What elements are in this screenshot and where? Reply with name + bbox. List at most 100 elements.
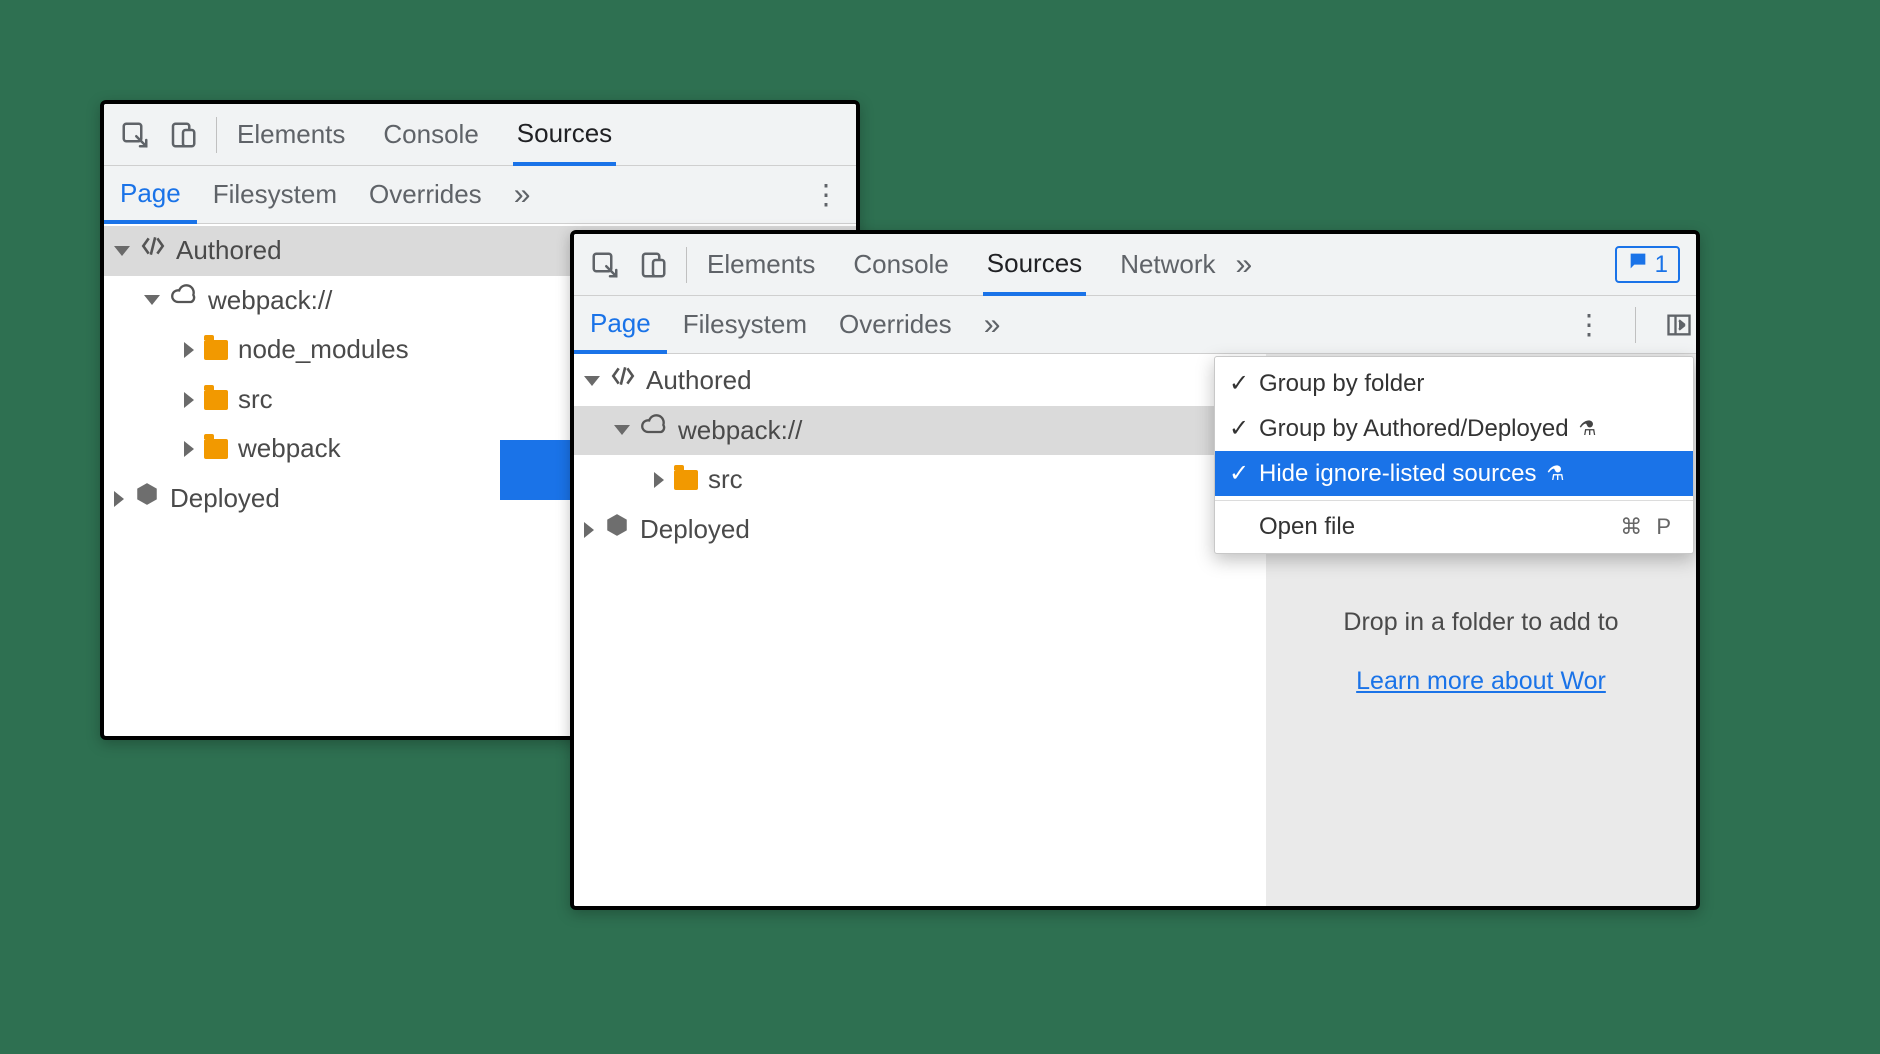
tab-console[interactable]: Console — [849, 234, 952, 295]
check-icon: ✓ — [1229, 369, 1249, 398]
tab-label: Elements — [707, 249, 815, 280]
device-toggle-icon[interactable] — [636, 248, 670, 282]
tab-label: Sources — [987, 248, 1082, 279]
tab-console[interactable]: Console — [379, 104, 482, 165]
folder-icon — [674, 470, 698, 490]
caret-down-icon — [144, 295, 160, 305]
messages-count: 1 — [1655, 251, 1668, 279]
file-tree: Authored webpack:// src Deployed — [574, 354, 1234, 554]
folder-icon — [204, 439, 228, 459]
keyboard-shortcut: ⌘ P — [1620, 514, 1675, 540]
subtab-page[interactable]: Page — [574, 297, 667, 354]
check-icon: ✓ — [1229, 414, 1249, 443]
tab-label: Elements — [237, 119, 345, 150]
menu-separator — [1215, 500, 1693, 501]
inspect-icon[interactable] — [118, 118, 152, 152]
tab-network[interactable]: Network — [1116, 234, 1219, 295]
subtab-label: Overrides — [839, 309, 952, 340]
caret-right-icon — [184, 441, 194, 457]
link-label: Learn more about Wor — [1356, 667, 1606, 695]
caret-right-icon — [184, 392, 194, 408]
tree-label: webpack:// — [678, 410, 802, 452]
messages-chip[interactable]: 1 — [1615, 246, 1680, 283]
box-icon — [134, 478, 160, 520]
caret-down-icon — [584, 376, 600, 386]
tab-sources[interactable]: Sources — [513, 105, 616, 166]
toolbar-separator — [686, 247, 687, 283]
more-tabs-icon[interactable]: » — [514, 178, 531, 212]
chat-icon — [1627, 250, 1649, 279]
tree-node-authored[interactable]: Authored — [574, 356, 1234, 406]
tab-elements[interactable]: Elements — [233, 104, 349, 165]
subtab-page[interactable]: Page — [104, 167, 197, 224]
code-brackets-icon — [140, 230, 166, 272]
folder-icon — [204, 390, 228, 410]
flask-icon: ⚗ — [1579, 416, 1597, 441]
kebab-menu-icon[interactable]: ⋮ — [1559, 308, 1619, 341]
top-toolbar: Elements Console Sources Network » 1 — [574, 234, 1696, 296]
menu-open-file[interactable]: Open file ⌘ P — [1215, 505, 1693, 549]
sub-toolbar: Page Filesystem Overrides » ⋮ — [574, 296, 1696, 354]
tab-label: Console — [853, 249, 948, 280]
tab-label: Sources — [517, 118, 612, 149]
tab-label: Console — [383, 119, 478, 150]
kebab-menu-icon[interactable]: ⋮ — [796, 178, 856, 211]
caret-right-icon — [184, 342, 194, 358]
inspect-icon[interactable] — [588, 248, 622, 282]
learn-more-link[interactable]: Learn more about Wor — [1356, 667, 1606, 695]
caret-down-icon — [114, 246, 130, 256]
devtools-window-after: Elements Console Sources Network » 1 Pag… — [570, 230, 1700, 910]
subtab-label: Page — [590, 308, 651, 339]
more-tabs-icon[interactable]: » — [1236, 248, 1253, 282]
subtab-filesystem[interactable]: Filesystem — [197, 166, 353, 223]
folder-icon — [204, 340, 228, 360]
tree-label: Deployed — [170, 478, 280, 520]
tree-label: src — [238, 379, 273, 421]
tree-label: Authored — [646, 360, 752, 402]
menu-label: Group by folder — [1259, 370, 1424, 398]
tree-label: src — [708, 459, 743, 501]
tree-node-folder[interactable]: src — [574, 455, 1234, 505]
tree-label: node_modules — [238, 329, 409, 371]
tab-sources[interactable]: Sources — [983, 235, 1086, 296]
tree-label: Deployed — [640, 509, 750, 551]
box-icon — [604, 509, 630, 551]
subtab-label: Page — [120, 178, 181, 209]
flask-icon: ⚗ — [1546, 461, 1564, 486]
main-tabs: Elements Console Sources Network — [703, 234, 1220, 295]
tree-node-webpack[interactable]: webpack:// — [574, 406, 1234, 456]
tab-elements[interactable]: Elements — [703, 234, 819, 295]
menu-group-by-folder[interactable]: ✓ Group by folder — [1215, 361, 1693, 406]
cloud-icon — [640, 410, 668, 452]
subtab-label: Filesystem — [683, 309, 807, 340]
code-brackets-icon — [610, 360, 636, 402]
toolbar-separator — [216, 117, 217, 153]
hint-text: Drop in a folder to add to — [1276, 608, 1686, 637]
tree-node-deployed[interactable]: Deployed — [574, 505, 1234, 555]
subtab-overrides[interactable]: Overrides — [353, 166, 498, 223]
caret-down-icon — [614, 425, 630, 435]
menu-label: Hide ignore-listed sources — [1259, 460, 1536, 488]
more-tabs-icon[interactable]: » — [984, 308, 1001, 342]
caret-right-icon — [114, 491, 124, 507]
subtab-label: Overrides — [369, 179, 482, 210]
collapse-panel-icon[interactable] — [1662, 308, 1696, 342]
caret-right-icon — [584, 522, 594, 538]
sources-context-menu: ✓ Group by folder ✓ Group by Authored/De… — [1214, 356, 1694, 554]
menu-group-by-authored-deployed[interactable]: ✓ Group by Authored/Deployed ⚗ — [1215, 406, 1693, 451]
device-toggle-icon[interactable] — [166, 118, 200, 152]
subtab-overrides[interactable]: Overrides — [823, 296, 968, 353]
cloud-icon — [170, 280, 198, 322]
toolbar-separator — [1635, 307, 1636, 343]
top-toolbar: Elements Console Sources — [104, 104, 856, 166]
tree-label: webpack:// — [208, 280, 332, 322]
caret-right-icon — [654, 472, 664, 488]
tree-label: webpack — [238, 428, 341, 470]
menu-hide-ignore-listed[interactable]: ✓ Hide ignore-listed sources ⚗ — [1215, 451, 1693, 496]
subtab-label: Filesystem — [213, 179, 337, 210]
tab-label: Network — [1120, 249, 1215, 280]
file-tree-panel: Authored webpack:// src Deployed — [574, 354, 1696, 910]
menu-label: Group by Authored/Deployed — [1259, 415, 1569, 443]
sub-toolbar: Page Filesystem Overrides » ⋮ — [104, 166, 856, 224]
subtab-filesystem[interactable]: Filesystem — [667, 296, 823, 353]
